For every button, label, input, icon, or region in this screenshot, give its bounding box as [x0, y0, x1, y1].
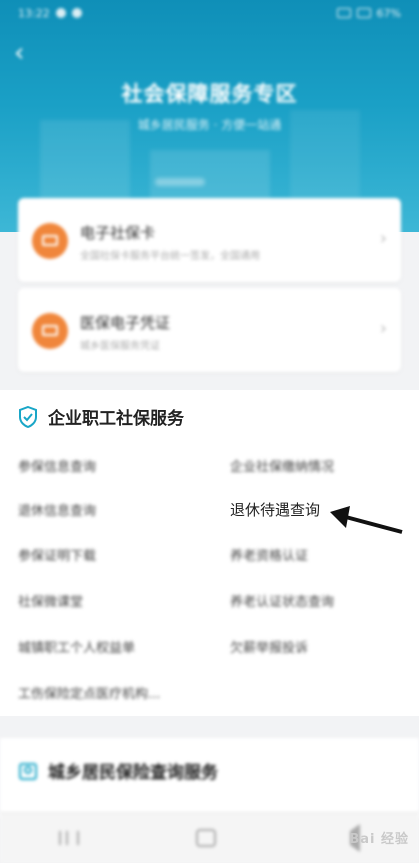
card-title: 电子社保卡	[80, 224, 156, 242]
status-bar: 13:22 67%	[18, 4, 401, 22]
wifi-icon	[356, 8, 371, 18]
resident-insurance-section: 城乡居民保险查询服务	[0, 738, 419, 818]
medical-card-icon	[32, 313, 68, 349]
status-time: 13:22	[18, 6, 50, 20]
person-card-icon	[19, 762, 37, 780]
section-header: 城乡居民保险查询服务	[18, 758, 218, 783]
chevron-right-icon: ›	[379, 228, 387, 249]
retirement-benefits-query-item[interactable]: 退休待遇查询	[230, 499, 320, 520]
enterprise-services-section: 企业职工社保服务 参保信息查询 退休信息查询 参保证明下载 社保微课堂 城镇职工…	[0, 390, 419, 716]
page-title: 社会保障服务专区	[121, 82, 298, 106]
watermark: Bai 经验	[349, 832, 409, 847]
service-item[interactable]: 参保信息查询	[18, 456, 96, 475]
page-subtitle: 城乡居民服务 · 方便一站通	[137, 118, 282, 132]
service-item[interactable]: 社保微课堂	[18, 591, 83, 610]
service-item[interactable]: 工伤保险定点医疗机构...	[18, 683, 160, 702]
banner-indicator	[155, 178, 205, 186]
card-title: 医保电子凭证	[80, 314, 171, 332]
card-subtitle: 城乡医保服务凭证	[80, 341, 160, 352]
section-title: 企业职工社保服务	[48, 409, 184, 429]
service-item[interactable]: 企业社保缴纳情况	[230, 456, 334, 475]
signal-icon	[336, 8, 351, 18]
home-icon[interactable]	[196, 829, 217, 847]
service-item[interactable]: 退休信息查询	[18, 500, 96, 519]
id-card-icon	[32, 223, 68, 259]
service-item[interactable]: 养老资格认证	[230, 545, 308, 564]
chevron-right-icon: ›	[379, 318, 387, 339]
pointer-arrow-icon	[330, 506, 403, 534]
service-item[interactable]: 城镇职工个人权益单	[18, 637, 135, 656]
service-item[interactable]: 参保证明下载	[18, 545, 96, 564]
status-battery: 67%	[376, 6, 401, 20]
card-electronic-social-security[interactable]: 电子社保卡 全国社保卡服务平台统一签发，全国通用 ›	[18, 198, 401, 282]
notification-icon	[71, 8, 82, 18]
notification-icon	[55, 8, 66, 18]
service-item[interactable]: 欠薪举报投诉	[230, 637, 308, 656]
back-button[interactable]: ‹	[14, 40, 36, 66]
recent-apps-icon[interactable]	[58, 831, 79, 845]
section-title: 城乡居民保险查询服务	[48, 763, 218, 783]
card-medical-voucher[interactable]: 医保电子凭证 城乡医保服务凭证 ›	[18, 288, 401, 372]
section-header: 企业职工社保服务	[18, 404, 184, 429]
shield-check-icon	[19, 405, 37, 428]
service-item[interactable]: 养老认证状态查询	[230, 591, 334, 610]
card-subtitle: 全国社保卡服务平台统一签发，全国通用	[80, 251, 260, 262]
